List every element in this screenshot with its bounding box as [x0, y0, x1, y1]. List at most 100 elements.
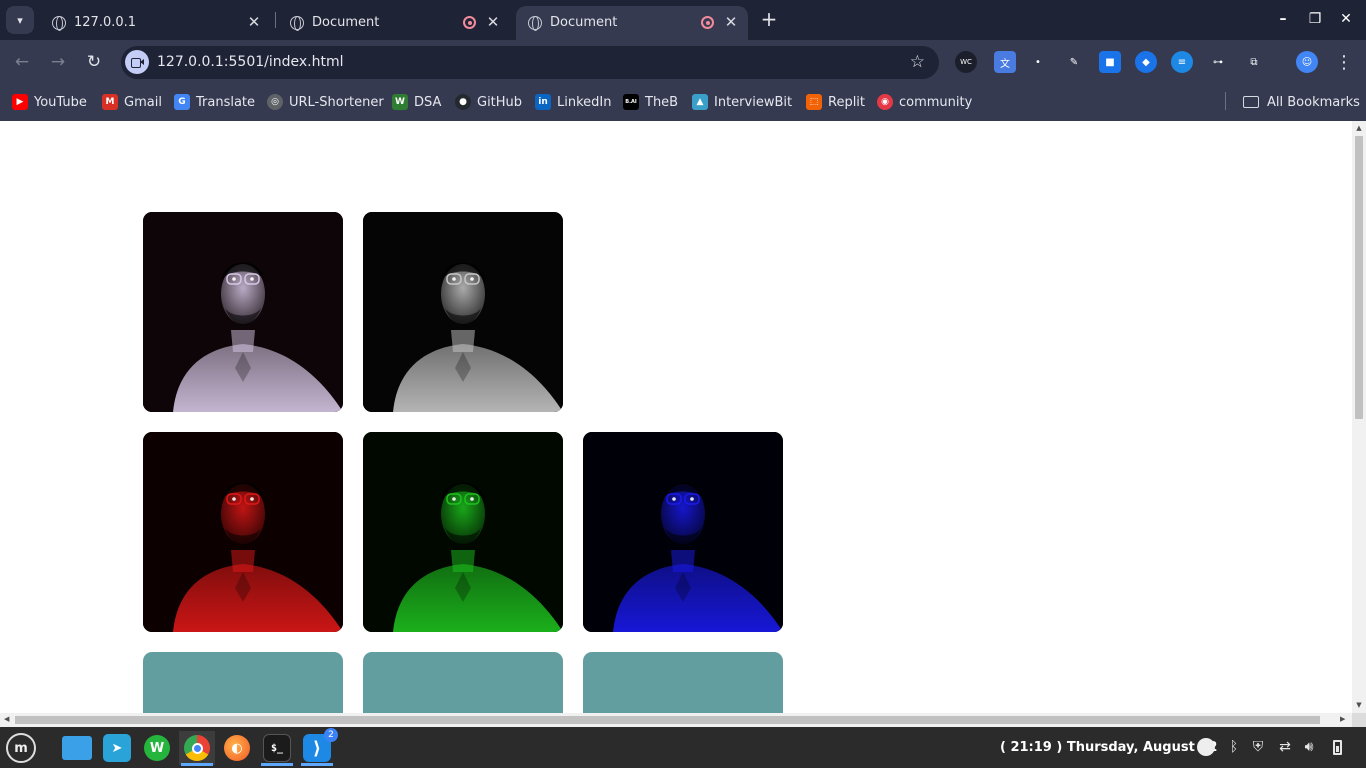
replit-icon: ⬚: [806, 94, 822, 110]
back-button[interactable]: ←: [11, 51, 33, 73]
terminal-app-button[interactable]: $_: [259, 731, 295, 766]
tab-strip: ▾ 127.0.0.1 ✕ Document ✕ Document ✕ + – …: [0, 0, 1366, 40]
horizontal-scroll-thumb[interactable]: [15, 716, 1320, 724]
whatsapp-icon: W: [144, 735, 170, 761]
tab-title: 127.0.0.1: [74, 15, 137, 30]
bookmark-url-shortener[interactable]: ◎ URL-Shortener: [267, 93, 384, 111]
bookmark-linkedin[interactable]: in LinkedIn: [535, 93, 611, 111]
eyedropper-extension-icon[interactable]: ✎: [1063, 51, 1085, 73]
volume-icon[interactable]: 🔊︎: [1300, 738, 1318, 756]
photo-green-channel: [363, 432, 563, 632]
folder-app-icon: [62, 736, 92, 760]
photo-red-channel: [143, 432, 343, 632]
bookmark-translate[interactable]: G Translate: [174, 93, 255, 111]
scroll-down-arrow-icon[interactable]: ▼: [1355, 701, 1363, 709]
files-app-button[interactable]: [59, 731, 95, 765]
scrollbar-corner: [1352, 713, 1366, 727]
interviewbit-icon: ▲: [692, 94, 708, 110]
minimize-button[interactable]: –: [1273, 9, 1293, 29]
key-extension-icon[interactable]: ⊶: [1207, 51, 1229, 73]
mouse-extension-icon[interactable]: •: [1027, 51, 1049, 73]
bookmark-github[interactable]: ● GitHub: [455, 93, 522, 111]
github-icon: ●: [455, 94, 471, 110]
tab-title: Document: [550, 15, 618, 30]
tab-127[interactable]: 127.0.0.1 ✕: [40, 6, 272, 40]
google-translate-icon: G: [174, 94, 190, 110]
browser-toolbar: ← → ↻ 127.0.0.1:5501/index.html ☆ WC 文 • ✎ ■…: [0, 40, 1366, 84]
all-bookmarks-button[interactable]: All Bookmarks: [1243, 93, 1360, 111]
photo-blue-channel: [583, 432, 783, 632]
tab-close-icon[interactable]: ✕: [485, 13, 501, 31]
horizontal-scrollbar[interactable]: ◀ ▶: [0, 713, 1352, 727]
tab-document-1[interactable]: Document ✕: [278, 6, 510, 40]
shield-icon[interactable]: ⛨: [1249, 738, 1267, 756]
profile-avatar-icon[interactable]: ☺: [1296, 51, 1318, 73]
tab-close-icon[interactable]: ✕: [723, 13, 739, 31]
mint-logo-icon: m: [6, 733, 36, 763]
address-bar[interactable]: 127.0.0.1:5501/index.html ☆: [121, 46, 939, 79]
globe-icon: ◎: [267, 94, 283, 110]
clock-date-text[interactable]: ( 21:19 ) Thursday, August 22: [1000, 740, 1217, 755]
drop-extension-icon[interactable]: ◆: [1135, 51, 1157, 73]
menu-kebab-icon[interactable]: ⋮: [1333, 51, 1355, 73]
vscode-app-button[interactable]: ⟩ 2: [299, 728, 338, 766]
all-bookmarks-label: All Bookmarks: [1267, 94, 1360, 110]
bookmark-interviewbit[interactable]: ▲ InterviewBit: [692, 93, 792, 111]
vertical-scroll-thumb[interactable]: [1355, 136, 1363, 419]
vertical-scrollbar[interactable]: ▲ ▼: [1352, 121, 1366, 713]
chrome-app-button[interactable]: [179, 731, 215, 766]
portrait-image: [143, 432, 343, 632]
tab-document-2[interactable]: Document ✕: [516, 6, 748, 40]
bookmark-youtube[interactable]: ▶ YouTube: [12, 93, 87, 111]
bookmark-label: Replit: [828, 94, 866, 110]
wc-extension-icon[interactable]: WC: [955, 51, 977, 73]
folder-icon: [1243, 96, 1259, 108]
scroll-right-arrow-icon[interactable]: ▶: [1340, 715, 1345, 723]
bookmark-community[interactable]: ◉ community: [877, 93, 972, 111]
camera-site-info-icon[interactable]: [125, 50, 149, 74]
puzzle-extensions-icon[interactable]: ⧉: [1243, 51, 1265, 73]
forward-button[interactable]: →: [47, 51, 69, 73]
bookmark-label: Gmail: [124, 94, 162, 110]
tab-close-icon[interactable]: ✕: [246, 13, 262, 31]
globe-icon: [528, 16, 542, 31]
system-status-icon[interactable]: [1197, 738, 1215, 756]
translate-extension-icon[interactable]: 文: [994, 51, 1016, 73]
linux-mint-menu-button[interactable]: m: [3, 731, 39, 765]
theb-icon: B.AI: [623, 94, 639, 110]
blue-square-extension-icon[interactable]: ■: [1099, 51, 1121, 73]
recording-indicator-icon: [701, 16, 714, 29]
w-icon: W: [392, 94, 408, 110]
battery-icon[interactable]: [1328, 738, 1346, 756]
bluetooth-icon[interactable]: ᛒ: [1225, 738, 1243, 756]
close-window-button[interactable]: ✕: [1336, 9, 1356, 29]
tab-title: Document: [312, 15, 380, 30]
bookmark-replit[interactable]: ⬚ Replit: [806, 93, 865, 111]
reload-button[interactable]: ↻: [83, 51, 105, 73]
bookmark-theb[interactable]: B.AI TheB: [623, 93, 678, 111]
bookmark-label: URL-Shortener: [289, 94, 384, 110]
firefox-app-button[interactable]: ◐: [219, 731, 255, 765]
tab-search-chevron-icon[interactable]: ▾: [6, 6, 34, 34]
bookmark-label: LinkedIn: [557, 94, 612, 110]
recording-indicator-icon: [463, 16, 476, 29]
network-icon[interactable]: ⇄: [1276, 738, 1294, 756]
youtube-icon: ▶: [12, 94, 28, 110]
photo-grayscale: [363, 212, 563, 412]
scroll-up-arrow-icon[interactable]: ▲: [1355, 124, 1363, 132]
url-text[interactable]: 127.0.0.1:5501/index.html: [157, 54, 344, 70]
chrome-icon: [184, 735, 210, 761]
system-taskbar: m ➤ W ◐ $_ ⟩ 2 ( 21:19 ) Thursday, Augus…: [0, 727, 1366, 768]
whatsapp-app-button[interactable]: W: [139, 731, 175, 765]
list-extension-icon[interactable]: ≡: [1171, 51, 1193, 73]
bookmark-dsa[interactable]: W DSA: [392, 93, 441, 111]
bookmark-gmail[interactable]: M Gmail: [102, 93, 162, 111]
maximize-button[interactable]: ❐: [1305, 9, 1325, 29]
portrait-image: [583, 432, 783, 632]
telegram-app-button[interactable]: ➤: [99, 731, 135, 765]
terminal-icon: $_: [263, 734, 291, 762]
bookmark-label: YouTube: [34, 94, 87, 110]
new-tab-button[interactable]: +: [758, 8, 780, 30]
scroll-left-arrow-icon[interactable]: ◀: [4, 715, 9, 723]
bookmark-star-icon[interactable]: ☆: [910, 52, 925, 72]
